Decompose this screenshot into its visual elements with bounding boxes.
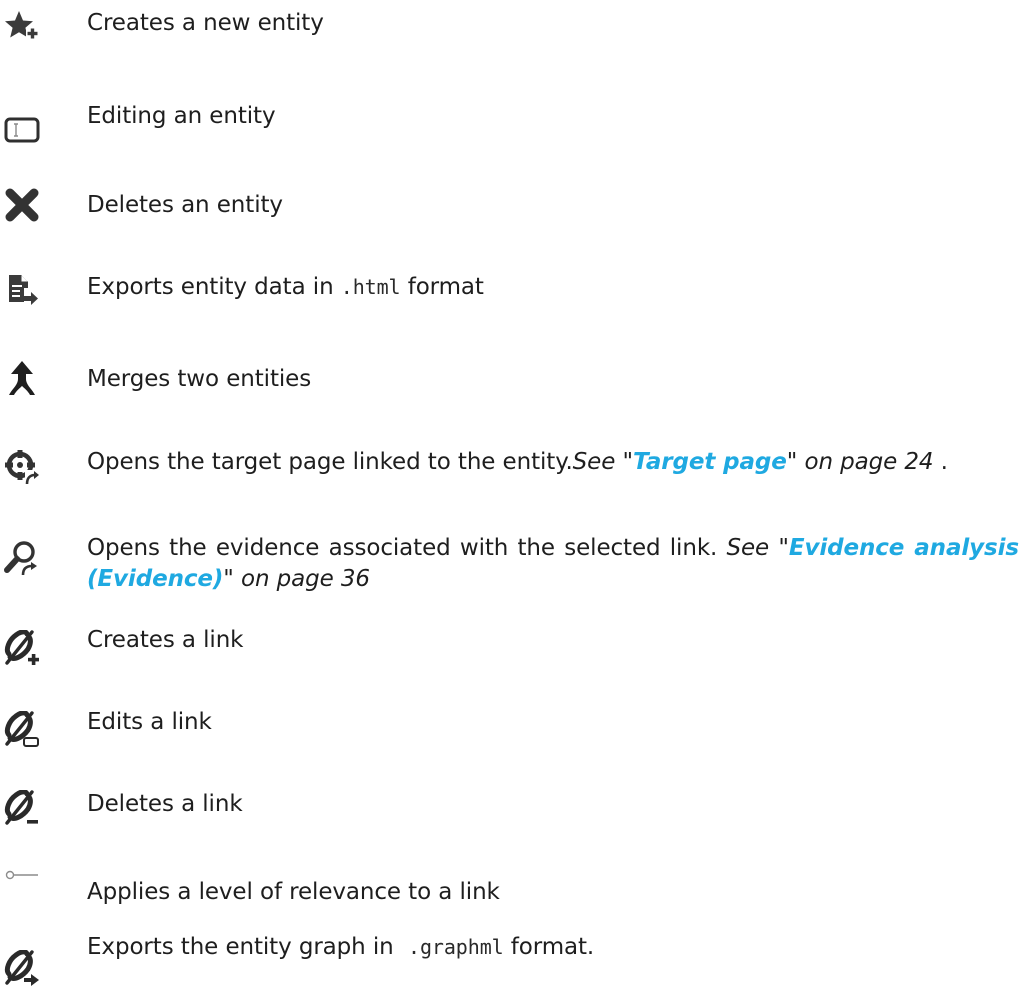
link-edit-description: Edits a link xyxy=(87,709,212,735)
relevance-description: Applies a level of relevance to a link xyxy=(87,879,500,905)
close-x-icon xyxy=(4,187,40,223)
link-export-icon xyxy=(4,950,40,986)
evidence-description: Opens the evidence associated with the s… xyxy=(87,533,1019,595)
export-text-start: Exports entity data in xyxy=(87,274,341,300)
entity-delete-description: Deletes an entity xyxy=(87,192,283,218)
link-plus-icon xyxy=(4,630,40,666)
graphml-extension: .graphml xyxy=(408,935,504,959)
text-field-icon xyxy=(4,113,40,149)
merge-arrow-icon xyxy=(4,360,40,396)
magnifier-arrow-icon xyxy=(4,540,40,576)
link-minus-icon xyxy=(4,790,40,826)
see-prefix: See " xyxy=(572,449,633,475)
target-page-description: Opens the target page linked to the enti… xyxy=(87,447,1019,478)
relevance-slider-icon xyxy=(4,869,40,883)
entity-edit-description: Editing an entity xyxy=(87,103,276,129)
graphml-text-start: Exports the entity graph in xyxy=(87,934,409,960)
graphml-text-end: format. xyxy=(503,934,595,960)
target-page-text: Opens the target page linked to the enti… xyxy=(87,449,573,475)
page-reference: " on page 36 xyxy=(223,566,370,592)
link-create-description: Creates a link xyxy=(87,627,244,653)
html-extension: .html xyxy=(340,275,401,299)
graphml-export-description: Exports the entity graph in .graphml for… xyxy=(87,932,1019,963)
export-text-end: format xyxy=(400,274,484,300)
document-export-icon xyxy=(4,272,40,308)
evidence-text: Opens the evidence associated with the s… xyxy=(87,535,727,561)
target-page-link[interactable]: Target page xyxy=(633,449,787,475)
link-delete-description: Deletes a link xyxy=(87,791,243,817)
target-crosshair-icon xyxy=(4,449,40,485)
merge-description: Merges two entities xyxy=(87,366,312,392)
sentence-end: . xyxy=(933,449,948,475)
export-html-description: Exports entity data in .html format xyxy=(87,272,1019,303)
entity-create-description: Creates a new entity xyxy=(87,10,324,36)
see-prefix: See " xyxy=(726,535,789,561)
star-plus-icon xyxy=(4,8,40,44)
link-edit-icon xyxy=(4,711,40,747)
page-reference: " on page 24 xyxy=(786,449,934,475)
